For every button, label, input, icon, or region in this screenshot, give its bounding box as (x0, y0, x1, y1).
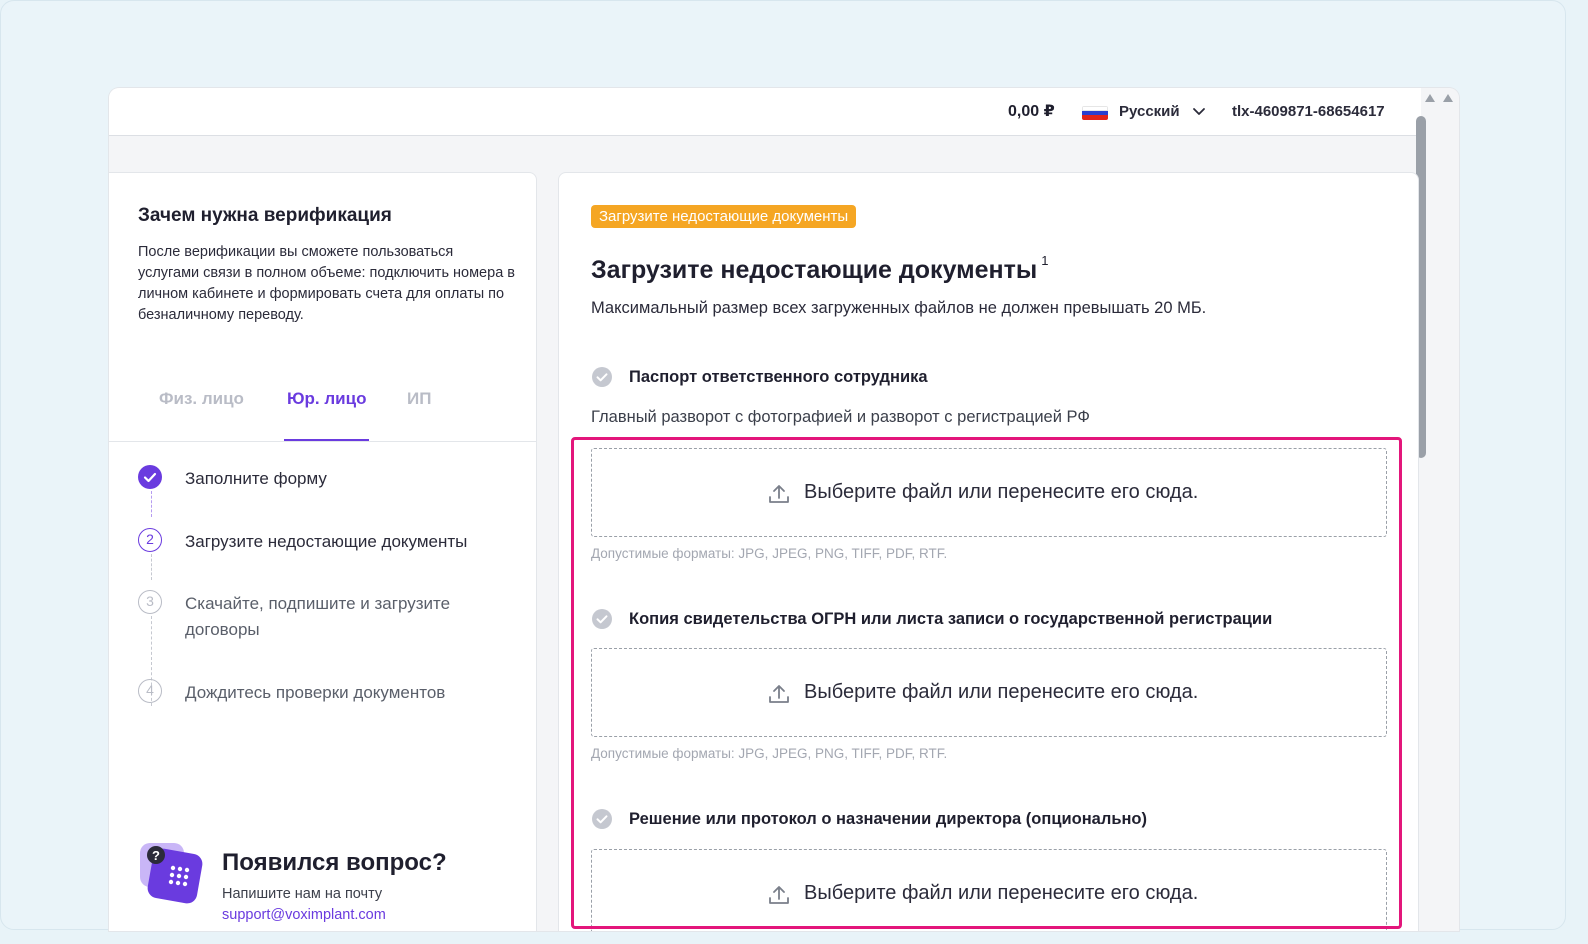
help-text: Напишите нам на почту (222, 886, 383, 902)
upload-icon (769, 685, 789, 703)
page-title: Загрузите недостающие документы 1 (591, 253, 1048, 285)
status-badge: Загрузите недостающие документы (591, 205, 857, 228)
step-number: 2 (138, 528, 162, 552)
tab-legal-entity[interactable]: Юр. лицо (287, 389, 366, 409)
file-dropzone[interactable]: Выберите файл или перенесите его сюда. (591, 648, 1387, 737)
file-dropzone[interactable]: Выберите файл или перенесите его сюда. (591, 849, 1387, 931)
dropzone-text: Выберите файл или перенесите его сюда. (804, 681, 1199, 703)
check-circle-icon (592, 367, 612, 387)
step-number: 4 (138, 679, 162, 703)
size-limit-note: Максимальный размер всех загруженных фай… (591, 299, 1207, 317)
step-number: 3 (138, 590, 162, 614)
step-label: Заполните форму (185, 469, 327, 488)
step-label: Дождитесь проверки документов (185, 683, 446, 702)
scroll-up-arrow-icon[interactable] (1425, 94, 1435, 102)
tab-individual[interactable]: Физ. лицо (159, 389, 244, 409)
russia-flag-icon[interactable] (1082, 106, 1108, 120)
document-title-text: Решение или протокол о назначении директ… (629, 810, 1148, 828)
balance[interactable]: 0,00 ₽ (1008, 101, 1055, 121)
step-connector (151, 491, 152, 517)
documents-upload-card: Загрузите недостающие документы Загрузит… (558, 172, 1419, 931)
document-title-text: Копия свидетельства ОГРН или листа запис… (629, 610, 1273, 628)
dropzone-text: Выберите файл или перенесите его сюда. (804, 882, 1199, 904)
active-tab-indicator (284, 439, 369, 441)
app-window: 0,00 ₽ Русский tlx-4609871-68654617 Заче… (109, 88, 1459, 931)
question-chat-icon: ? (140, 843, 203, 904)
help-title: Появился вопрос? (222, 849, 447, 876)
step-done-check-icon (138, 465, 162, 489)
verification-info-card: Зачем нужна верификация После верификаци… (109, 172, 537, 931)
upload-icon (769, 886, 789, 904)
step-label: Загрузите недостающие документы (185, 532, 468, 551)
svg-text:?: ? (152, 848, 160, 863)
allowed-formats: Допустимые форматы: JPG, JPEG, PNG, TIFF… (591, 746, 948, 761)
why-verification-title: Зачем нужна верификация (138, 205, 392, 226)
top-bar: 0,00 ₽ Русский tlx-4609871-68654617 (109, 88, 1421, 136)
document-title-text: Паспорт ответственного сотрудника (629, 368, 928, 386)
why-verification-text: После верификации вы сможете пользоватьс… (138, 244, 515, 323)
account-id[interactable]: tlx-4609871-68654617 (1232, 103, 1385, 120)
entity-type-tabs: Физ. лицо Юр. лицо ИП (109, 383, 536, 442)
step-label: Скачайте, подпишите и загрузите договоры (185, 594, 451, 639)
page-title-text: Загрузите недостающие документы (591, 256, 1038, 284)
support-email-link[interactable]: support@voximplant.com (222, 907, 386, 923)
dropzone-text: Выберите файл или перенесите его сюда. (804, 481, 1199, 503)
language-select[interactable]: Русский (1119, 103, 1180, 120)
file-dropzone[interactable]: Выберите файл или перенесите его сюда. (591, 448, 1387, 537)
allowed-formats: Допустимые форматы: JPG, JPEG, PNG, TIFF… (591, 546, 948, 561)
scroll-up-arrow-icon[interactable] (1443, 94, 1453, 102)
step-connector (151, 554, 152, 580)
check-circle-icon (592, 809, 612, 829)
document-hint: Главный разворот с фотографией и разворо… (591, 408, 1090, 426)
footnote-marker[interactable]: 1 (1041, 253, 1048, 268)
scrollbar[interactable] (1421, 88, 1459, 931)
upload-icon (769, 485, 789, 503)
check-circle-icon (592, 609, 612, 629)
chevron-down-icon[interactable] (1192, 104, 1206, 118)
tab-sole-proprietor[interactable]: ИП (407, 389, 431, 409)
